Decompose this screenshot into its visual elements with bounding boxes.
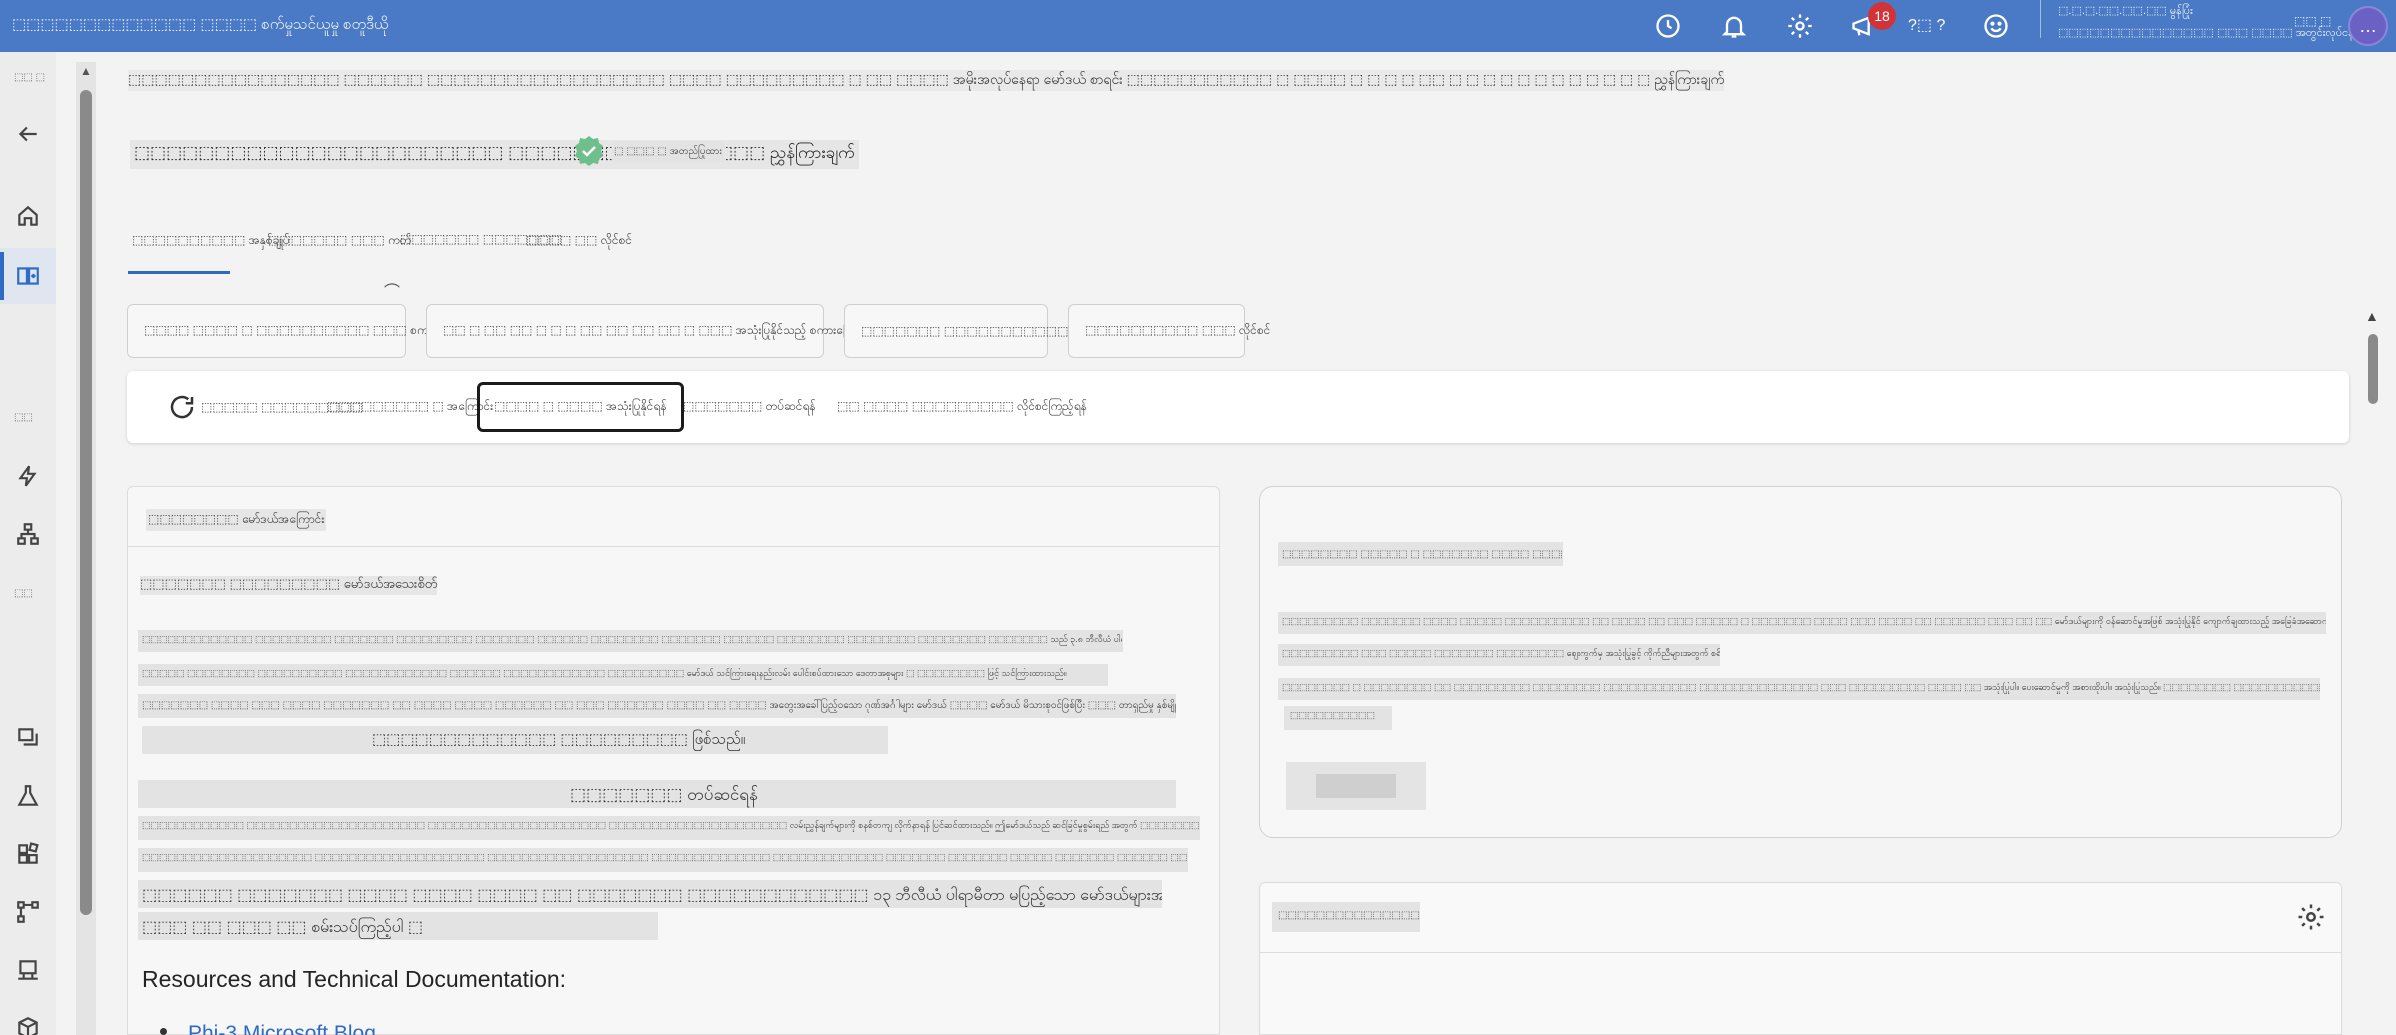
- description-paragraph-7: ⬚⬚⬚ ⬚⬚ ⬚⬚⬚ ⬚⬚ စမ်းသပ်ကြည့်ပါ ⬚: [142, 919, 424, 936]
- main-scrollbar-thumb[interactable]: [80, 90, 92, 915]
- settings-gear-icon[interactable]: [2296, 902, 2326, 932]
- resources-heading: Resources and Technical Documentation:: [142, 966, 567, 992]
- rail-label-2[interactable]: ⬚⬚: [14, 588, 33, 599]
- mouse-cursor: ⌒: [384, 284, 401, 301]
- description-paragraph-3-tail: ⬚⬚⬚⬚⬚⬚⬚⬚⬚⬚⬚⬚⬚ ⬚⬚⬚⬚⬚⬚⬚⬚⬚ ဖြစ်သည်။: [372, 731, 746, 748]
- history-icon[interactable]: [1650, 8, 1686, 44]
- pipelines-icon[interactable]: [12, 518, 44, 550]
- refresh-icon: [170, 395, 194, 419]
- tab-active-underline: [128, 271, 230, 274]
- description-paragraph-3: ⬚⬚⬚⬚⬚⬚⬚ ⬚⬚⬚⬚ ⬚⬚⬚ ⬚⬚⬚⬚ ⬚⬚⬚⬚⬚⬚⬚ ⬚⬚ ⬚⬚⬚⬚ ⬚⬚…: [142, 700, 1176, 711]
- license-pill-label: ⬚⬚⬚⬚⬚⬚⬚⬚⬚⬚ ⬚⬚⬚ လိုင်စင်: [1085, 323, 1271, 337]
- description-paragraph-4: ⬚⬚⬚⬚⬚⬚⬚⬚⬚⬚⬚⬚ ⬚⬚⬚⬚⬚⬚⬚⬚⬚⬚⬚⬚⬚⬚⬚⬚⬚⬚⬚⬚⬚ ⬚⬚⬚⬚⬚…: [142, 820, 1200, 830]
- lower-right-panel-header: [1260, 883, 2341, 953]
- left-rail: ⬚⬚ ⬚ ⬚⬚ ⬚⬚: [0, 52, 56, 1035]
- tab-license[interactable]: ⬚⬚⬚⬚ ⬚⬚ လိုင်စင်: [526, 232, 632, 250]
- topbar-divider: [2040, 0, 2041, 38]
- deployment-card-line-3: ⬚⬚⬚⬚⬚⬚⬚⬚ ⬚ ⬚⬚⬚⬚⬚⬚⬚⬚ ⬚⬚ ⬚⬚⬚⬚⬚⬚⬚⬚⬚ ⬚⬚⬚⬚⬚⬚⬚…: [1282, 682, 2320, 692]
- top-bar: ⬚⬚⬚⬚⬚⬚⬚⬚⬚⬚⬚⬚⬚ ⬚⬚⬚⬚ စက်မှုသင်ယူမှု စတူဒီယ…: [0, 0, 2396, 52]
- data-icon[interactable]: [12, 722, 44, 754]
- about-button[interactable]: ⬚⬚⬚⬚⬚⬚⬚⬚⬚ ⬚ အကြောင်း: [327, 389, 493, 425]
- lower-right-heading: ⬚⬚⬚⬚⬚⬚⬚⬚⬚⬚⬚⬚⬚⬚⬚: [1278, 910, 1420, 921]
- rail-top-label[interactable]: ⬚⬚ ⬚: [14, 72, 45, 83]
- components-icon[interactable]: [12, 838, 44, 870]
- app-title[interactable]: ⬚⬚⬚⬚⬚⬚⬚⬚⬚⬚⬚⬚⬚ ⬚⬚⬚⬚ စက်မှုသင်ယူမှု စတူဒီယ…: [12, 15, 389, 37]
- avatar[interactable]: …: [2348, 6, 2388, 46]
- scroll-up-arrow[interactable]: ▲: [80, 64, 92, 78]
- right-scroll-up-arrow[interactable]: ▲: [2365, 308, 2379, 324]
- view-license-button[interactable]: ⬚⬚ ⬚⬚⬚⬚ ⬚⬚⬚⬚⬚⬚⬚⬚⬚ လိုင်စင်ကြည့်ရန်: [837, 389, 1087, 425]
- deploy-button[interactable]: ⬚⬚⬚⬚⬚⬚⬚ တပ်ဆင်ရန်: [683, 389, 816, 425]
- description-paragraph-5: ⬚⬚⬚⬚⬚⬚⬚⬚⬚⬚⬚⬚⬚⬚⬚⬚⬚⬚⬚⬚ ⬚⬚⬚⬚⬚⬚⬚⬚⬚⬚⬚⬚⬚⬚⬚⬚⬚⬚⬚…: [142, 852, 1188, 862]
- gear-icon[interactable]: [1782, 8, 1818, 44]
- deployment-card-line-2: ⬚⬚⬚⬚⬚⬚⬚⬚⬚ ⬚⬚⬚ ⬚⬚⬚⬚⬚ ⬚⬚⬚⬚⬚⬚⬚ ⬚⬚⬚⬚⬚⬚⬚⬚ ဈေး…: [1282, 648, 1720, 658]
- deployment-card-line-1: ⬚⬚⬚⬚⬚⬚⬚⬚⬚ ⬚⬚⬚⬚⬚⬚⬚ ⬚⬚⬚⬚ ⬚⬚⬚⬚⬚ ⬚⬚⬚⬚⬚⬚⬚⬚⬚⬚ …: [1282, 616, 2326, 626]
- phi3-blog-link[interactable]: Phi-3 Microsoft Blog: [188, 1022, 376, 1035]
- rail-label-1[interactable]: ⬚⬚: [14, 412, 33, 423]
- compute-icon[interactable]: [12, 954, 44, 986]
- model-catalog-icon[interactable]: [12, 260, 44, 292]
- model-details-panel: ⬚⬚⬚⬚⬚⬚⬚⬚ မော်ဒယ်အကြောင်း: [127, 486, 1220, 1035]
- bell-icon[interactable]: [1716, 8, 1752, 44]
- playground-pill[interactable]: ⬚⬚ ⬚ ⬚⬚ ⬚⬚ ⬚ ⬚ ⬚ ⬚⬚ ⬚⬚ ⬚⬚ ⬚⬚ ⬚ ⬚⬚⬚ အသုံး…: [426, 304, 895, 358]
- page-title: ⬚⬚⬚⬚⬚⬚⬚⬚⬚⬚⬚⬚⬚⬚⬚⬚⬚⬚⬚⬚⬚⬚⬚ ⬚⬚⬚⬚⬚⬚⬚⬚⬚⬚⬚⬚⬚⬚⬚⬚…: [130, 140, 859, 169]
- notification-count-badge: 18: [1868, 2, 1896, 30]
- description-paragraph-6: ⬚⬚⬚⬚⬚⬚ ⬚⬚⬚⬚⬚⬚⬚ ⬚⬚⬚⬚ ⬚⬚⬚⬚ ⬚⬚⬚⬚ ⬚⬚ ⬚⬚⬚⬚⬚⬚⬚…: [142, 887, 1162, 904]
- model-details-header: ⬚⬚⬚⬚⬚⬚⬚⬚ မော်ဒယ်အကြောင်း: [128, 487, 1219, 547]
- announcements-icon[interactable]: 18: [1846, 2, 1896, 44]
- chat-pill[interactable]: ⬚⬚⬚⬚ ⬚⬚⬚⬚ ⬚ ⬚⬚⬚⬚⬚⬚⬚⬚⬚⬚ ⬚⬚⬚ စကားပြောကြည့်…: [127, 304, 496, 358]
- models-cube-icon[interactable]: [12, 1012, 44, 1035]
- right-scrollbar-thumb[interactable]: [2368, 334, 2378, 404]
- playground-pill-label: ⬚⬚ ⬚ ⬚⬚ ⬚⬚ ⬚ ⬚ ⬚ ⬚⬚ ⬚⬚ ⬚⬚ ⬚⬚ ⬚ ⬚⬚⬚ အသုံး…: [443, 323, 896, 337]
- section-model-details: ⬚⬚⬚⬚⬚⬚⬚ ⬚⬚⬚⬚⬚⬚⬚⬚⬚ မော်ဒယ်အသေးစိတ်: [140, 576, 438, 595]
- verified-label: ⬚ ⬚⬚⬚ ⬚ အတည်ပြုထား: [612, 141, 724, 162]
- license-pill[interactable]: ⬚⬚⬚⬚⬚⬚⬚⬚⬚⬚ ⬚⬚⬚ လိုင်စင်: [1068, 304, 1270, 358]
- branch-icon[interactable]: [12, 896, 44, 928]
- account-short: ⬚⬚ ⬚: [2294, 14, 2332, 28]
- model-details-heading: ⬚⬚⬚⬚⬚⬚⬚⬚ မော်ဒယ်အကြောင်း: [146, 509, 327, 531]
- account-name[interactable]: ⬚.⬚.⬚.⬚⬚.⬚⬚.⬚⬚ မွန်ပြုံး: [2058, 4, 2193, 20]
- back-arrow-icon[interactable]: [12, 118, 44, 150]
- web-pill[interactable]: ⬚⬚⬚⬚⬚⬚⬚ ⬚⬚⬚⬚⬚⬚⬚⬚⬚⬚⬚⬚⬚⬚ ⬚⬚⬚⬚: [844, 304, 1151, 358]
- tab-model-card[interactable]: ⬚⬚⬚⬚⬚⬚⬚ ⬚⬚⬚ ကတ်: [268, 232, 411, 250]
- deployment-card-heading: ⬚⬚⬚⬚⬚⬚⬚⬚ ⬚⬚⬚⬚⬚ ⬚ ⬚⬚⬚⬚⬚⬚⬚ ⬚⬚⬚⬚ ⬚⬚⬚⬚⬚⬚⬚ ⬚ …: [1282, 549, 1562, 560]
- breadcrumb[interactable]: ⬚⬚⬚⬚⬚⬚⬚⬚⬚⬚⬚⬚⬚⬚⬚⬚ ⬚⬚⬚⬚⬚⬚ ⬚⬚⬚⬚⬚⬚⬚⬚⬚⬚⬚⬚⬚⬚⬚⬚…: [128, 70, 1725, 91]
- verified-check-icon: [572, 134, 606, 168]
- feedback-smiley-icon[interactable]: [1978, 8, 2014, 44]
- flask-icon[interactable]: [12, 780, 44, 812]
- account-directory[interactable]: ⬚⬚⬚⬚⬚⬚⬚⬚⬚⬚⬚⬚⬚⬚⬚ ⬚⬚⬚ ⬚⬚⬚⬚ အတွင်းလုပ်ငန်းခ…: [2058, 26, 2369, 42]
- section-deploy: ⬚⬚⬚⬚⬚⬚⬚ တပ်ဆင်ရန်: [570, 785, 758, 804]
- list-bullet: [160, 1028, 167, 1035]
- description-paragraph-1: ⬚⬚⬚⬚⬚⬚⬚⬚⬚⬚⬚⬚⬚ ⬚⬚⬚⬚⬚⬚⬚⬚⬚ ⬚⬚⬚⬚⬚⬚⬚ ⬚⬚⬚⬚⬚⬚⬚⬚…: [142, 634, 1122, 644]
- description-paragraph-2: ⬚⬚⬚⬚⬚ ⬚⬚⬚⬚⬚⬚⬚⬚ ⬚⬚⬚⬚⬚⬚⬚⬚⬚⬚ ⬚⬚⬚⬚⬚⬚⬚⬚⬚⬚⬚⬚ ⬚…: [142, 668, 1067, 678]
- rail-active-indicator: [0, 252, 4, 300]
- use-model-button[interactable]: ⬚⬚⬚⬚ ⬚ ⬚⬚⬚⬚ အသုံးပြုနိုင်ရန်: [477, 382, 684, 432]
- home-icon[interactable]: [12, 200, 44, 232]
- deployment-card-line-4: ⬚⬚⬚⬚⬚⬚⬚⬚⬚⬚: [1290, 710, 1376, 720]
- prompt-flow-icon[interactable]: [12, 460, 44, 492]
- help-button[interactable]: ?⬚ ?: [1908, 15, 1945, 35]
- action-toolbar: ⬚⬚⬚⬚⬚ ⬚⬚⬚⬚⬚⬚⬚⬚⬚ ⬚⬚⬚⬚⬚⬚⬚⬚⬚ ⬚ အကြောင်း ⬚⬚⬚…: [127, 371, 2349, 443]
- deployment-card-button[interactable]: [1286, 762, 1426, 810]
- tab-overview[interactable]: ⬚⬚⬚⬚⬚⬚⬚⬚⬚⬚ အနှစ်ချုပ်: [132, 232, 290, 250]
- lower-right-panel: [1259, 882, 2342, 1035]
